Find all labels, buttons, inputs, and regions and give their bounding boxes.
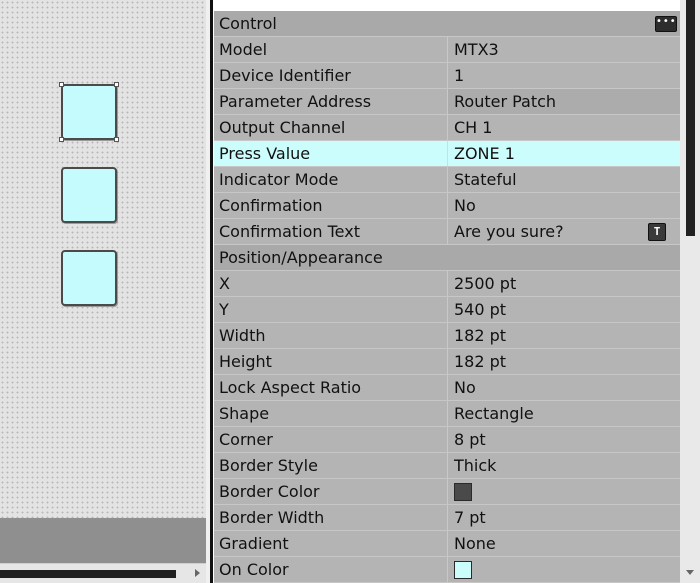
property-row-y[interactable]: Y 540 pt [214, 297, 680, 323]
section-title: Position/Appearance [219, 248, 383, 267]
property-grid: Control ••• Model MTX3 Device Identifier… [214, 11, 680, 583]
resize-handle[interactable] [114, 137, 119, 142]
border-color-swatch[interactable] [454, 482, 472, 501]
property-value[interactable]: No [448, 193, 680, 218]
property-row-output-channel[interactable]: Output Channel CH 1 [214, 115, 680, 141]
horizontal-scrollbar-thumb[interactable] [0, 570, 176, 578]
property-label: Gradient [214, 531, 448, 556]
property-value[interactable]: CH 1 [448, 115, 680, 140]
property-value[interactable]: None [448, 531, 680, 556]
property-value[interactable] [448, 479, 680, 504]
property-label: Border Color [214, 479, 448, 504]
property-value-text: Are you sure? [454, 222, 564, 241]
ellipsis-icon[interactable]: ••• [655, 16, 677, 32]
property-value[interactable]: 7 pt [448, 505, 680, 530]
property-value[interactable]: Router Patch [448, 89, 680, 114]
property-row-confirmation-text[interactable]: Confirmation Text Are you sure? T [214, 219, 680, 245]
property-label: Border Style [214, 453, 448, 478]
section-title: Control [219, 14, 277, 33]
property-row-gradient[interactable]: Gradient None [214, 531, 680, 557]
property-row-indicator-mode[interactable]: Indicator Mode Stateful [214, 167, 680, 193]
property-row-border-color[interactable]: Border Color [214, 479, 680, 505]
property-row-width[interactable]: Width 182 pt [214, 323, 680, 349]
scroll-right-arrow-icon[interactable] [195, 569, 200, 577]
property-label: Width [214, 323, 448, 348]
property-value[interactable]: 8 pt [448, 427, 680, 452]
property-row-device-identifier[interactable]: Device Identifier 1 [214, 63, 680, 89]
property-label: Border Width [214, 505, 448, 530]
property-label: Height [214, 349, 448, 374]
vertical-scrollbar[interactable] [680, 0, 700, 583]
property-row-confirmation[interactable]: Confirmation No [214, 193, 680, 219]
property-value[interactable] [448, 557, 680, 582]
canvas-footer [0, 518, 206, 563]
property-value[interactable]: 540 pt [448, 297, 680, 322]
property-label: On Color [214, 557, 448, 582]
property-value[interactable]: 2500 pt [448, 271, 680, 296]
property-label: Model [214, 37, 448, 62]
on-color-swatch[interactable] [454, 560, 472, 579]
property-label: Output Channel [214, 115, 448, 140]
canvas-button-1[interactable] [59, 82, 119, 142]
property-row-press-value[interactable]: Press Value ZONE 1 [214, 141, 680, 167]
property-value[interactable]: 182 pt [448, 323, 680, 348]
property-value[interactable]: Stateful [448, 167, 680, 192]
property-label: X [214, 271, 448, 296]
property-label: Press Value [214, 141, 448, 166]
property-value[interactable]: Are you sure? T [448, 219, 680, 244]
property-label: Y [214, 297, 448, 322]
resize-handle[interactable] [59, 137, 64, 142]
vertical-scrollbar-thumb[interactable] [686, 0, 695, 236]
property-row-border-style[interactable]: Border Style Thick [214, 453, 680, 479]
property-value[interactable]: ZONE 1 [448, 141, 680, 166]
property-row-parameter-address[interactable]: Parameter Address Router Patch [214, 89, 680, 115]
canvas-button-3[interactable] [61, 250, 117, 306]
property-label: Device Identifier [214, 63, 448, 88]
property-label: Shape [214, 401, 448, 426]
property-row-on-color[interactable]: On Color [214, 557, 680, 583]
property-row-model[interactable]: Model MTX3 [214, 37, 680, 63]
text-edit-icon[interactable]: T [648, 223, 666, 241]
property-row-x[interactable]: X 2500 pt [214, 271, 680, 297]
property-label: Indicator Mode [214, 167, 448, 192]
property-value[interactable]: MTX3 [448, 37, 680, 62]
resize-handle[interactable] [59, 82, 64, 87]
property-value[interactable]: Thick [448, 453, 680, 478]
property-label: Confirmation [214, 193, 448, 218]
property-row-shape[interactable]: Shape Rectangle [214, 401, 680, 427]
property-row-border-width[interactable]: Border Width 7 pt [214, 505, 680, 531]
section-position-appearance[interactable]: Position/Appearance [214, 245, 680, 271]
resize-handle[interactable] [114, 82, 119, 87]
property-row-lock-aspect-ratio[interactable]: Lock Aspect Ratio No [214, 375, 680, 401]
property-label: Parameter Address [214, 89, 448, 114]
panel-splitter[interactable] [206, 0, 213, 583]
canvas-button-2[interactable] [61, 167, 117, 223]
design-canvas[interactable] [0, 0, 206, 518]
property-value[interactable]: 182 pt [448, 349, 680, 374]
property-row-corner[interactable]: Corner 8 pt [214, 427, 680, 453]
property-row-height[interactable]: Height 182 pt [214, 349, 680, 375]
scroll-down-arrow-icon[interactable] [686, 570, 694, 575]
property-value[interactable]: 1 [448, 63, 680, 88]
property-value[interactable]: Rectangle [448, 401, 680, 426]
property-label: Confirmation Text [214, 219, 448, 244]
horizontal-scrollbar[interactable] [0, 563, 206, 583]
property-value[interactable]: No [448, 375, 680, 400]
property-label: Lock Aspect Ratio [214, 375, 448, 400]
property-label: Corner [214, 427, 448, 452]
section-control[interactable]: Control ••• [214, 11, 680, 37]
